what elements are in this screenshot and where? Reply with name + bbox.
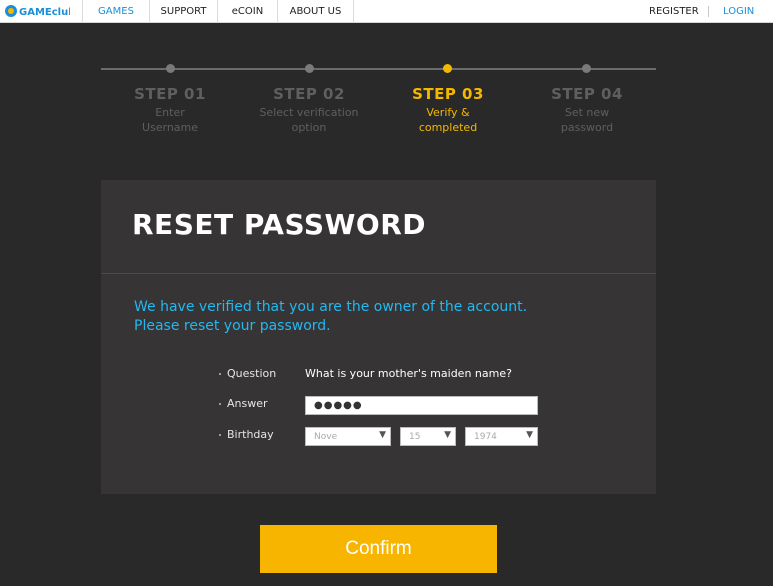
- bullet-icon: [219, 403, 221, 405]
- step-3: STEP 03 Verify & completed: [378, 85, 518, 135]
- answer-label: Answer: [227, 397, 268, 410]
- bullet-icon: [219, 434, 221, 436]
- step-1-desc-line2: Username: [141, 121, 199, 134]
- step-2-desc-line1: Select verification: [259, 106, 359, 119]
- step-2-desc-line2: option: [291, 121, 327, 134]
- reset-password-panel: RESET PASSWORD We have verified that you…: [101, 180, 656, 494]
- page-title: RESET PASSWORD: [132, 208, 427, 241]
- login-link[interactable]: LOGIN: [723, 0, 754, 23]
- nav-games[interactable]: GAMES: [82, 0, 149, 23]
- birthday-year-select[interactable]: 1974 ▼: [465, 427, 538, 446]
- step-4-dot: [582, 64, 591, 73]
- chevron-down-icon: ▼: [379, 430, 386, 440]
- step-3-desc-line2: completed: [418, 121, 478, 134]
- birthday-day-select[interactable]: 15 ▼: [400, 427, 456, 446]
- gameclub-logo[interactable]: GAMEclub: [4, 3, 70, 19]
- question-label: Question: [227, 367, 277, 380]
- step-3-desc-line1: Verify &: [426, 106, 470, 119]
- question-value: What is your mother's maiden name?: [305, 367, 512, 380]
- panel-divider: [101, 273, 656, 274]
- confirm-button[interactable]: Confirm: [260, 525, 497, 573]
- bullet-icon: [219, 373, 221, 375]
- step-2-dot: [305, 64, 314, 73]
- step-4-desc-line2: password: [560, 121, 614, 134]
- register-link[interactable]: REGISTER: [649, 0, 699, 23]
- step-3-dot: [443, 64, 452, 73]
- step-1-title: STEP 01: [134, 85, 206, 103]
- birthday-month-select[interactable]: Nove ▼: [305, 427, 391, 446]
- birthday-month-value: Nove: [314, 432, 338, 442]
- nav-divider: [708, 6, 709, 17]
- verified-message-line1: We have verified that you are the owner …: [134, 299, 528, 315]
- step-1-dot: [166, 64, 175, 73]
- birthday-day-value: 15: [409, 432, 421, 442]
- birthday-year-value: 1974: [474, 432, 497, 442]
- steps-progress-line: [101, 68, 656, 70]
- step-2: STEP 02 Select verification option: [239, 85, 379, 135]
- birthday-label: Birthday: [227, 428, 274, 441]
- nav-about-us[interactable]: ABOUT US: [277, 0, 354, 23]
- step-4-title: STEP 04: [551, 85, 623, 103]
- chevron-down-icon: ▼: [444, 430, 451, 440]
- step-2-title: STEP 02: [273, 85, 345, 103]
- step-4: STEP 04 Set new password: [517, 85, 657, 135]
- nav-support[interactable]: SUPPORT: [149, 0, 217, 23]
- svg-text:GAMEclub: GAMEclub: [19, 7, 70, 18]
- step-3-title: STEP 03: [412, 85, 484, 103]
- nav-ecoin[interactable]: eCOIN: [217, 0, 277, 23]
- step-1-desc-line1: Enter: [155, 106, 185, 119]
- answer-input[interactable]: ●●●●●: [305, 396, 538, 415]
- step-1: STEP 01 Enter Username: [100, 85, 240, 135]
- verified-message-line2: Please reset your password.: [134, 318, 331, 334]
- top-nav: GAMEclub GAMES SUPPORT eCOIN ABOUT US RE…: [0, 0, 773, 23]
- step-4-desc-line1: Set new: [564, 106, 610, 119]
- chevron-down-icon: ▼: [526, 430, 533, 440]
